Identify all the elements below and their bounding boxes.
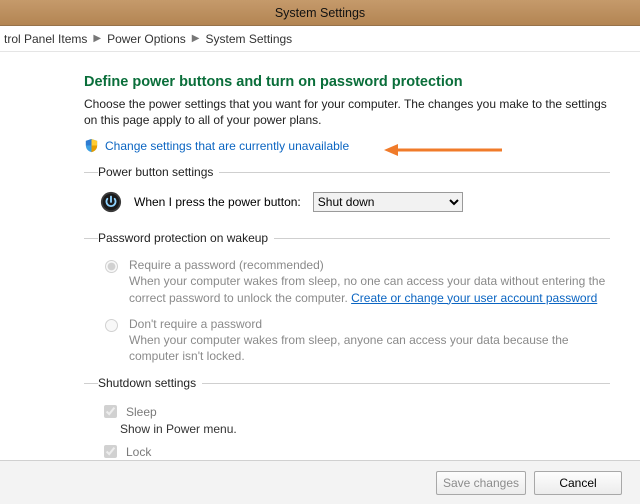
checkbox-label: Lock xyxy=(126,445,151,459)
checkbox-label: Sleep xyxy=(126,405,157,419)
group-legend: Password protection on wakeup xyxy=(98,231,274,245)
change-settings-row: Change settings that are currently unava… xyxy=(84,138,610,153)
page-title: Define power buttons and turn on passwor… xyxy=(84,74,610,90)
annotation-arrow-icon xyxy=(384,141,504,159)
power-icon xyxy=(100,191,122,213)
lock-checkbox-row: Lock xyxy=(98,440,610,461)
chevron-right-icon: ▶ xyxy=(93,33,101,44)
option-desc: When your computer wakes from sleep, no … xyxy=(129,273,610,305)
save-changes-button: Save changes xyxy=(436,471,526,495)
window-title: System Settings xyxy=(275,6,365,20)
power-button-settings-group: Power button settings When I press the p… xyxy=(84,165,610,221)
breadcrumb-item[interactable]: System Settings xyxy=(205,32,292,46)
group-legend: Shutdown settings xyxy=(98,376,202,390)
breadcrumb-item[interactable]: trol Panel Items xyxy=(4,32,87,46)
content-pane: Define power buttons and turn on passwor… xyxy=(0,52,640,482)
option-title: Don't require a password xyxy=(129,317,610,331)
checkbox-desc: Show in Power menu. xyxy=(98,422,610,436)
sleep-checkbox-row: Sleep xyxy=(98,400,610,421)
cancel-button[interactable]: Cancel xyxy=(534,471,622,495)
password-protection-group: Password protection on wakeup Require a … xyxy=(84,231,610,366)
page-intro: Choose the power settings that you want … xyxy=(84,96,610,128)
breadcrumb: trol Panel Items ▶ Power Options ▶ Syste… xyxy=(0,26,640,52)
lock-checkbox xyxy=(104,445,117,458)
create-password-link[interactable]: Create or change your user account passw… xyxy=(351,291,597,305)
chevron-right-icon: ▶ xyxy=(192,33,200,44)
change-settings-link[interactable]: Change settings that are currently unava… xyxy=(105,139,349,153)
option-desc: When your computer wakes from sleep, any… xyxy=(129,332,610,364)
footer-bar: Save changes Cancel xyxy=(0,460,640,504)
breadcrumb-item[interactable]: Power Options xyxy=(107,32,186,46)
sleep-checkbox xyxy=(104,405,117,418)
no-password-option: Don't require a password When your compu… xyxy=(98,314,610,364)
window-title-bar: System Settings xyxy=(0,0,640,26)
group-legend: Power button settings xyxy=(98,165,219,179)
require-password-option: Require a password (recommended) When yo… xyxy=(98,255,610,305)
shield-icon xyxy=(84,138,99,153)
power-button-action-select[interactable]: Shut down xyxy=(313,192,463,212)
option-title: Require a password (recommended) xyxy=(129,258,610,272)
power-button-label: When I press the power button: xyxy=(134,195,301,209)
no-password-radio xyxy=(105,319,118,332)
require-password-radio xyxy=(105,260,118,273)
